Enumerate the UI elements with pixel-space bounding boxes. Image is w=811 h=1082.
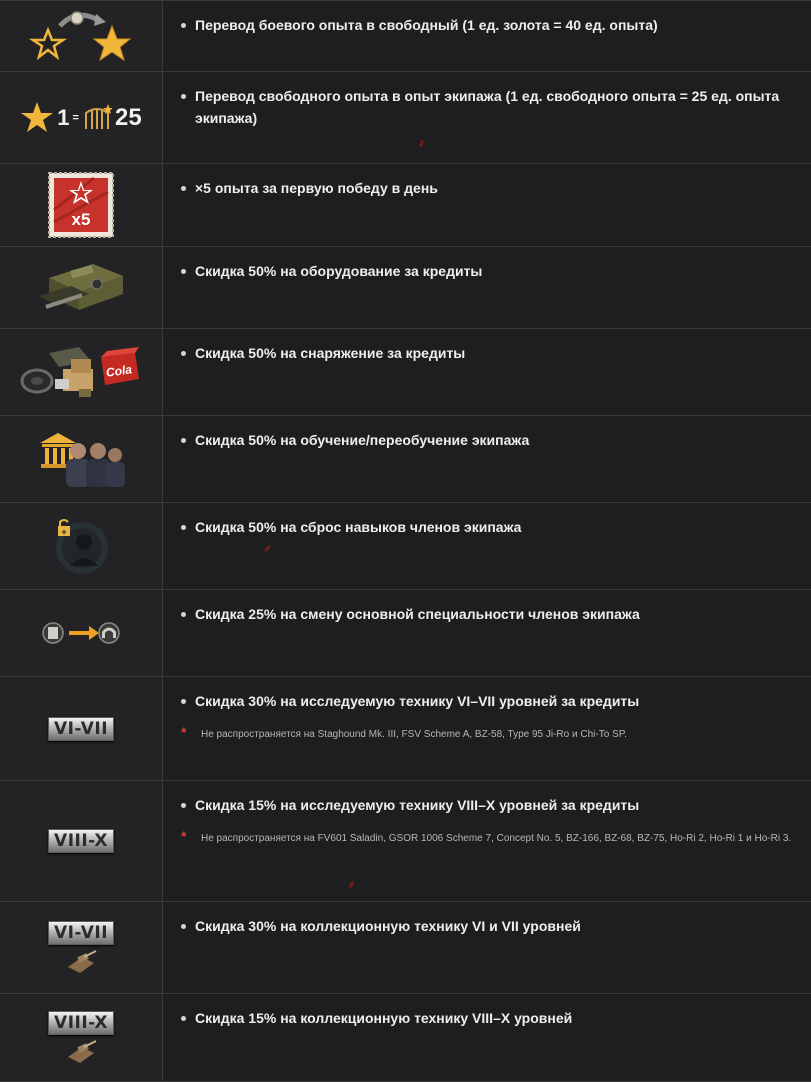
svg-text:+: + xyxy=(61,527,66,537)
row-text: Скидка 50% на оборудование за кредиты xyxy=(181,260,799,282)
discounts-table: Перевод боевого опыта в свободный (1 ед.… xyxy=(0,0,811,1082)
table-row: Cola Скидка 50% на снаряжение за кредиты xyxy=(0,329,811,416)
row-text: Скидка 30% на исследуемую технику VI–VII… xyxy=(181,690,799,712)
table-row: VIII-X Скидка 15% на исследуемую технику… xyxy=(0,781,811,902)
table-row: Скидка 50% на обучение/переобучение экип… xyxy=(0,416,811,503)
table-row: + Скидка 50% на сброс навыков членов эки… xyxy=(0,503,811,590)
tier-badge-icon: VIII-X xyxy=(0,781,163,901)
equipment-crates-icon xyxy=(0,247,163,328)
crew-academy-icon xyxy=(0,416,163,502)
crew-chevrons-icon xyxy=(84,103,112,129)
tier-badge-icon: VI-VII xyxy=(0,677,163,780)
row-text: Скидка 15% на исследуемую технику VIII–X… xyxy=(181,794,799,816)
row-text: Скидка 15% на коллекционную технику VIII… xyxy=(181,1007,799,1029)
row-text: Скидка 50% на сброс навыков членов экипа… xyxy=(181,516,799,538)
footnote-text: Не распространяется на Staghound Mk. III… xyxy=(201,729,627,740)
row-text: Перевод боевого опыта в свободный (1 ед.… xyxy=(181,14,799,36)
footnote-asterisk: * xyxy=(181,828,187,844)
tier-badge: VIII-X xyxy=(48,829,114,853)
footnote-asterisk: * xyxy=(181,724,187,740)
collectible-tier-icon: VIII-X xyxy=(0,994,163,1081)
table-row: Перевод боевого опыта в свободный (1 ед.… xyxy=(0,0,811,72)
table-row: x5 ×5 опыта за первую победу в день xyxy=(0,164,811,247)
svg-text:x5: x5 xyxy=(72,210,91,229)
row-text: Скидка 50% на снаряжение за кредиты xyxy=(181,342,799,364)
row-text: Перевод свободного опыта в опыт экипажа … xyxy=(181,85,799,129)
row-text: Скидка 30% на коллекционную технику VI и… xyxy=(181,915,799,937)
skill-reset-icon: + xyxy=(0,503,163,589)
row-text: Скидка 25% на смену основной специальнос… xyxy=(181,603,799,625)
collectible-tank-icon xyxy=(67,949,97,973)
collectible-tier-icon: VI-VII xyxy=(0,902,163,993)
free-xp-to-crew-xp-icon: 1 = 25 xyxy=(0,72,163,163)
footnote: * Не распространяется на Staghound Mk. I… xyxy=(181,724,799,743)
row-text: ×5 опыта за первую победу в день xyxy=(181,177,799,199)
table-row: VI-VII Скидка 30% на исследуемую технику… xyxy=(0,677,811,781)
gold-to-free-xp-icon xyxy=(0,1,163,71)
footnote-text: Не распространяется на FV601 Saladin, GS… xyxy=(201,833,792,844)
table-row: Скидка 50% на оборудование за кредиты xyxy=(0,247,811,329)
table-row: Скидка 25% на смену основной специальнос… xyxy=(0,590,811,677)
table-row: 1 = 25 Перевод свободного опыта в опыт э… xyxy=(0,72,811,164)
table-row: VIII-X Скидка 15% на коллекционную техни… xyxy=(0,994,811,1082)
footnote: * Не распространяется на FV601 Saladin, … xyxy=(181,828,799,847)
tier-badge: VI-VII xyxy=(47,716,115,741)
table-row: VI-VII Скидка 30% на коллекционную техни… xyxy=(0,902,811,994)
consumables-pile-icon: Cola xyxy=(0,329,163,415)
specialty-change-icon xyxy=(0,590,163,676)
x5-stamp-icon: x5 xyxy=(0,164,163,246)
tier-badge: VIII-X xyxy=(48,1010,114,1035)
row-text: Скидка 50% на обучение/переобучение экип… xyxy=(181,429,799,451)
tier-badge: VI-VII xyxy=(47,920,115,945)
star-icon xyxy=(21,101,54,132)
collectible-tank-icon xyxy=(67,1039,97,1063)
